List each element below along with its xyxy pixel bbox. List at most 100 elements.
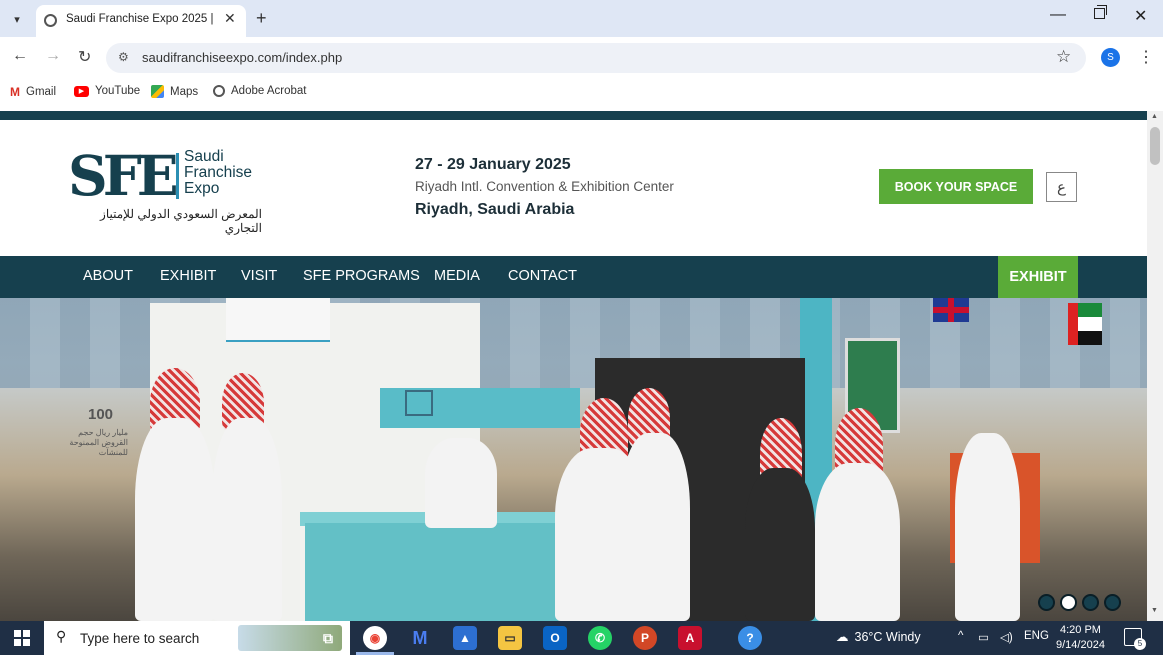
hero-person: [212, 418, 282, 621]
book-your-space-button[interactable]: BOOK YOUR SPACE: [879, 169, 1033, 204]
tab-title: Saudi Franchise Expo 2025 | 27: [66, 13, 216, 25]
event-venue: Riyadh Intl. Convention & Exhibition Cen…: [415, 179, 674, 194]
web-page: SFE Saudi Franchise Expo المعرض السعودي …: [0, 111, 1147, 621]
language-toggle-button[interactable]: ع: [1046, 172, 1077, 202]
maps-icon: [151, 85, 164, 98]
logo-line: Expo: [184, 180, 220, 197]
nav-item-about[interactable]: ABOUT: [83, 268, 133, 284]
uae-flag-icon: [1068, 303, 1102, 345]
main-nav: ABOUT EXHIBIT VISIT SFE PROGRAMS MEDIA C…: [0, 256, 1147, 298]
logo-text: Saudi Franchise Expo: [184, 149, 252, 197]
tab-search-button[interactable]: ▾: [6, 8, 28, 30]
weather-widget[interactable]: ☁ 36°C Windy: [836, 629, 921, 645]
acrobat-icon[interactable]: A: [678, 626, 702, 650]
nav-item-media[interactable]: MEDIA: [434, 268, 480, 284]
powerpoint-icon[interactable]: P: [633, 626, 657, 650]
bookmark-adobe-acrobat[interactable]: Adobe Acrobat: [213, 85, 306, 97]
restore-button[interactable]: [1094, 5, 1107, 19]
slider-pagination: [1038, 594, 1121, 611]
youtube-icon: ▶: [74, 85, 89, 97]
scroll-thumb[interactable]: [1150, 127, 1160, 165]
event-date: 27 - 29 January 2025: [415, 156, 571, 173]
bookmark-label: YouTube: [95, 85, 141, 97]
language-indicator[interactable]: ENG: [1024, 630, 1049, 642]
bookmark-maps[interactable]: Maps: [151, 85, 198, 98]
logo-line: Saudi: [184, 148, 224, 165]
taskbar-search-box[interactable]: ⚲ Type here to search: [44, 621, 350, 655]
url-text: saudifranchiseexpo.com/index.php: [142, 50, 343, 65]
windows-start-icon[interactable]: [14, 630, 30, 646]
hero-slider[interactable]: 100 مليار ريال حجم القروض الممنوحة للمنش…: [0, 298, 1147, 621]
close-window-button[interactable]: ✕: [1134, 6, 1147, 26]
scroll-down-icon[interactable]: ▼: [1151, 607, 1158, 614]
drive-app-icon[interactable]: ▲: [453, 626, 477, 650]
page-scrollbar[interactable]: ▲ ▼: [1147, 111, 1163, 621]
tray-chevron-icon[interactable]: ^: [958, 630, 963, 642]
mail-app-icon[interactable]: M: [408, 626, 432, 650]
bookmark-label: Gmail: [26, 86, 57, 98]
hero-person: [620, 433, 690, 621]
new-tab-button[interactable]: +: [256, 8, 267, 29]
hero-stat-caption: مليار ريال حجم القروض الممنوحة للمنشآت: [69, 428, 128, 457]
bookmark-label: Adobe Acrobat: [231, 85, 307, 97]
address-bar[interactable]: ⚙ saudifranchiseexpo.com/index.php ☆: [106, 43, 1086, 73]
hero-booth-sign: [226, 298, 330, 342]
bookmark-youtube[interactable]: ▶ YouTube: [74, 85, 140, 97]
bookmarks-bar: M Gmail ▶ YouTube Maps Adobe Acrobat: [0, 79, 1163, 111]
site-favicon-icon: [44, 14, 57, 27]
hero-person: [135, 418, 215, 621]
battery-icon[interactable]: ▭: [978, 630, 989, 644]
hero-counter: [305, 523, 565, 621]
forward-icon[interactable]: →: [45, 47, 61, 65]
bookmark-label: Maps: [170, 85, 199, 98]
weather-icon: ☁: [836, 630, 849, 644]
logo-divider: [176, 153, 179, 199]
nav-item-sfe-programs[interactable]: SFE PROGRAMS: [303, 268, 420, 284]
back-icon[interactable]: ←: [12, 47, 28, 65]
search-icon: ⚲: [56, 628, 67, 644]
site-info-icon[interactable]: ⚙: [118, 50, 129, 64]
uk-flag-icon: [933, 298, 969, 322]
close-tab-icon[interactable]: ✕: [224, 10, 236, 27]
file-explorer-icon[interactable]: ▭: [498, 626, 522, 650]
hero-person: [955, 433, 1020, 621]
bookmark-gmail[interactable]: M Gmail: [10, 85, 56, 99]
volume-icon[interactable]: ◁): [1000, 630, 1013, 644]
tab-strip: ▾ Saudi Franchise Expo 2025 | 27 ✕ + — ✕: [0, 0, 1163, 37]
chrome-icon[interactable]: ◉: [363, 626, 387, 650]
globe-icon: [213, 85, 225, 97]
store-icon: [405, 390, 433, 416]
search-placeholder: Type here to search: [80, 631, 200, 646]
slider-dot[interactable]: [1082, 594, 1099, 611]
logo-line: Franchise: [184, 164, 253, 181]
hero-person: [425, 438, 497, 528]
help-icon[interactable]: ?: [738, 626, 762, 650]
task-view-icon[interactable]: ⧉: [316, 626, 340, 650]
nav-exhibit-button[interactable]: EXHIBIT: [998, 256, 1078, 298]
nav-item-exhibit[interactable]: EXHIBIT: [160, 268, 216, 284]
site-logo[interactable]: SFE Saudi Franchise Expo المعرض السعودي …: [0, 111, 300, 251]
notifications-count: 5: [1134, 638, 1146, 650]
minimize-button[interactable]: —: [1050, 6, 1066, 24]
system-clock[interactable]: 4:20 PM 9/14/2024: [1056, 623, 1105, 653]
slider-dot-active[interactable]: [1060, 594, 1077, 611]
slider-dot[interactable]: [1038, 594, 1055, 611]
logo-arabic-text: المعرض السعودي الدولي للإمتياز التجاري: [100, 207, 262, 235]
weather-text: 36°C Windy: [854, 629, 921, 644]
outlook-icon[interactable]: O: [543, 626, 567, 650]
whatsapp-icon[interactable]: ✆: [588, 626, 612, 650]
browser-tab[interactable]: Saudi Franchise Expo 2025 | 27 ✕: [36, 5, 246, 37]
scroll-up-icon[interactable]: ▲: [1151, 113, 1158, 120]
logo-mark: SFE: [68, 143, 179, 208]
clock-date: 9/14/2024: [1056, 639, 1105, 651]
bookmark-star-icon[interactable]: ☆: [1056, 47, 1071, 67]
nav-item-contact[interactable]: CONTACT: [508, 268, 577, 284]
hero-person: [745, 468, 815, 621]
menu-icon[interactable]: ⋮: [1138, 47, 1154, 67]
slider-dot[interactable]: [1104, 594, 1121, 611]
nav-item-visit[interactable]: VISIT: [241, 268, 277, 284]
reload-icon[interactable]: ↻: [78, 47, 91, 67]
clock-time: 4:20 PM: [1059, 624, 1101, 636]
profile-avatar[interactable]: S: [1101, 48, 1120, 67]
event-city: Riyadh, Saudi Arabia: [415, 201, 575, 218]
